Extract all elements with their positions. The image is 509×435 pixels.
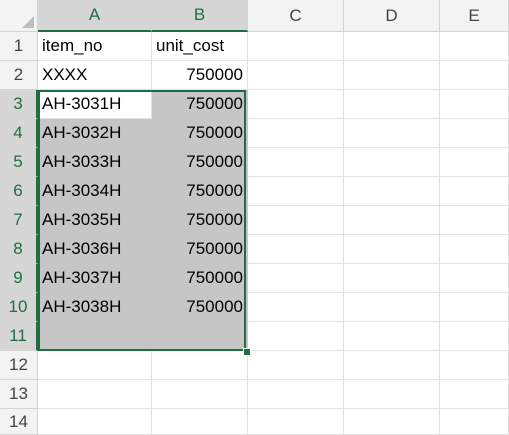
- cell-a8[interactable]: AH-3036H: [38, 235, 152, 264]
- cell-c14[interactable]: [248, 409, 344, 435]
- cell-a2[interactable]: XXXX: [38, 61, 152, 90]
- cell-a7[interactable]: AH-3035H: [38, 206, 152, 235]
- cell-d6[interactable]: [344, 177, 440, 206]
- cell-d7[interactable]: [344, 206, 440, 235]
- cell-c12[interactable]: [248, 351, 344, 380]
- row-header-14[interactable]: 14: [0, 409, 38, 435]
- cell-d8[interactable]: [344, 235, 440, 264]
- cell-b9[interactable]: 750000: [152, 264, 248, 293]
- cell-d3[interactable]: [344, 90, 440, 119]
- cell-d4[interactable]: [344, 119, 440, 148]
- row-header-9[interactable]: 9: [0, 264, 38, 293]
- cell-e2[interactable]: [440, 61, 509, 90]
- cell-b4[interactable]: 750000: [152, 119, 248, 148]
- cell-d11[interactable]: [344, 322, 440, 351]
- cell-a11[interactable]: [38, 322, 152, 351]
- cell-c6[interactable]: [248, 177, 344, 206]
- cell-d13[interactable]: [344, 380, 440, 409]
- cell-a14[interactable]: [38, 409, 152, 435]
- cell-c2[interactable]: [248, 61, 344, 90]
- cell-d9[interactable]: [344, 264, 440, 293]
- cell-b13[interactable]: [152, 380, 248, 409]
- cell-c8[interactable]: [248, 235, 344, 264]
- column-header-e[interactable]: E: [440, 0, 509, 32]
- cell-b6[interactable]: 750000: [152, 177, 248, 206]
- cell-b1[interactable]: unit_cost: [152, 32, 248, 61]
- cell-d10[interactable]: [344, 293, 440, 322]
- fill-handle[interactable]: [243, 348, 251, 356]
- row-header-5[interactable]: 5: [0, 148, 38, 177]
- cell-e13[interactable]: [440, 380, 509, 409]
- cell-c3[interactable]: [248, 90, 344, 119]
- cell-d14[interactable]: [344, 409, 440, 435]
- cell-e9[interactable]: [440, 264, 509, 293]
- column-header-c[interactable]: C: [248, 0, 344, 32]
- cell-c11[interactable]: [248, 322, 344, 351]
- spreadsheet-grid: A B C D E 1 2 3 4 5 6 7 8 9 10 11 12 13 …: [0, 0, 509, 435]
- cell-d1[interactable]: [344, 32, 440, 61]
- row-header-11[interactable]: 11: [0, 322, 38, 351]
- cell-e3[interactable]: [440, 90, 509, 119]
- cell-b3[interactable]: 750000: [152, 90, 248, 119]
- cell-e10[interactable]: [440, 293, 509, 322]
- select-all-corner[interactable]: [0, 0, 38, 32]
- row-header-7[interactable]: 7: [0, 206, 38, 235]
- row-header-13[interactable]: 13: [0, 380, 38, 409]
- row-header-4[interactable]: 4: [0, 119, 38, 148]
- cell-c10[interactable]: [248, 293, 344, 322]
- cell-a5[interactable]: AH-3033H: [38, 148, 152, 177]
- cell-b10[interactable]: 750000: [152, 293, 248, 322]
- cell-c7[interactable]: [248, 206, 344, 235]
- cell-e11[interactable]: [440, 322, 509, 351]
- row-header-2[interactable]: 2: [0, 61, 38, 90]
- cell-c9[interactable]: [248, 264, 344, 293]
- cell-e1[interactable]: [440, 32, 509, 61]
- cell-c4[interactable]: [248, 119, 344, 148]
- cell-e14[interactable]: [440, 409, 509, 435]
- cell-d2[interactable]: [344, 61, 440, 90]
- cell-b12[interactable]: [152, 351, 248, 380]
- row-header-1[interactable]: 1: [0, 32, 38, 61]
- cell-a4[interactable]: AH-3032H: [38, 119, 152, 148]
- cell-a1[interactable]: item_no: [38, 32, 152, 61]
- cell-e8[interactable]: [440, 235, 509, 264]
- cell-e4[interactable]: [440, 119, 509, 148]
- cell-e12[interactable]: [440, 351, 509, 380]
- row-header-10[interactable]: 10: [0, 293, 38, 322]
- row-header-6[interactable]: 6: [0, 177, 38, 206]
- cell-a3[interactable]: AH-3031H: [38, 90, 152, 119]
- cell-e5[interactable]: [440, 148, 509, 177]
- cell-a13[interactable]: [38, 380, 152, 409]
- cell-d12[interactable]: [344, 351, 440, 380]
- cell-b5[interactable]: 750000: [152, 148, 248, 177]
- row-header-12[interactable]: 12: [0, 351, 38, 380]
- cell-c5[interactable]: [248, 148, 344, 177]
- cell-a10[interactable]: AH-3038H: [38, 293, 152, 322]
- row-header-8[interactable]: 8: [0, 235, 38, 264]
- select-all-triangle-icon: [22, 16, 34, 28]
- row-header-3[interactable]: 3: [0, 90, 38, 119]
- column-header-a[interactable]: A: [38, 0, 152, 32]
- column-header-d[interactable]: D: [344, 0, 440, 32]
- cell-b14[interactable]: [152, 409, 248, 435]
- column-header-b[interactable]: B: [152, 0, 248, 32]
- cell-e6[interactable]: [440, 177, 509, 206]
- cell-a6[interactable]: AH-3034H: [38, 177, 152, 206]
- cell-b8[interactable]: 750000: [152, 235, 248, 264]
- cell-e7[interactable]: [440, 206, 509, 235]
- cell-b7[interactable]: 750000: [152, 206, 248, 235]
- cell-a12[interactable]: [38, 351, 152, 380]
- cell-c1[interactable]: [248, 32, 344, 61]
- cell-a9[interactable]: AH-3037H: [38, 264, 152, 293]
- cell-c13[interactable]: [248, 380, 344, 409]
- cell-b2[interactable]: 750000: [152, 61, 248, 90]
- cell-b11[interactable]: [152, 322, 248, 351]
- cell-d5[interactable]: [344, 148, 440, 177]
